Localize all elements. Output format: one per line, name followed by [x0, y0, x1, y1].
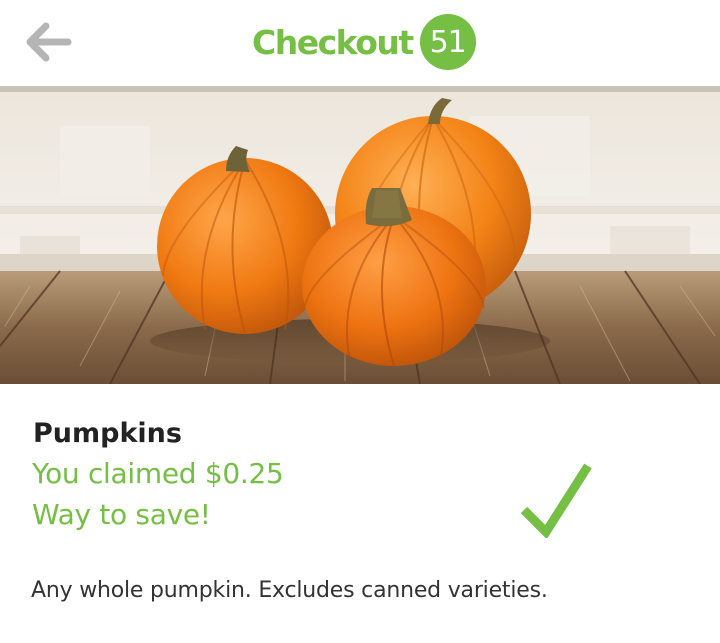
logo-text: Checkout [252, 22, 414, 62]
checkout51-logo: Checkout 51 [252, 11, 476, 73]
claimed-amount-text: You claimed $0.25 [32, 457, 284, 490]
logo-badge: 51 [419, 14, 476, 70]
offer-title: Pumpkins [33, 418, 182, 449]
back-button[interactable] [18, 18, 78, 66]
offer-hero-image [0, 86, 720, 384]
offer-description: Any whole pumpkin. Excludes canned varie… [31, 578, 548, 603]
save-message: Way to save! [32, 498, 211, 531]
app-header: Checkout 51 [0, 0, 720, 87]
arrow-left-icon [26, 22, 72, 62]
checkmark-icon [520, 463, 592, 538]
